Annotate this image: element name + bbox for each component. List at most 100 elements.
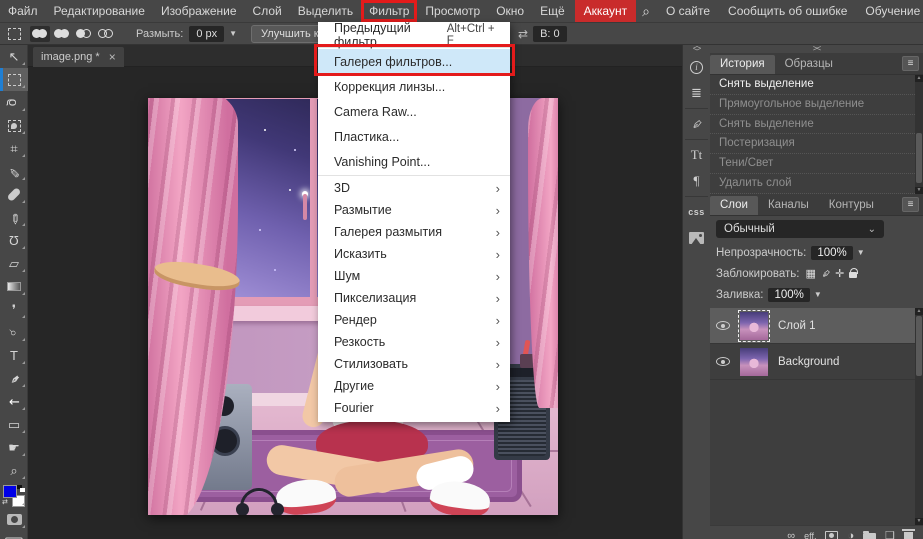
layer-row-layer1[interactable]: Слой 1 [710, 308, 923, 344]
menu-file[interactable]: Файл [0, 0, 46, 22]
layer-thumbnail[interactable] [740, 348, 768, 376]
shape-tool[interactable]: ▭ [0, 413, 28, 436]
history-item[interactable]: Постеризация [710, 134, 923, 154]
menu-edit[interactable]: Редактирование [46, 0, 153, 22]
pen-tool[interactable]: ✒ [0, 367, 28, 390]
history-item[interactable]: Прямоугольное выделение [710, 95, 923, 115]
add-mask-icon[interactable] [825, 531, 838, 539]
character-panel-button[interactable]: Tt [683, 142, 710, 168]
menu-item-blur[interactable]: Размытие › [318, 199, 510, 221]
lock-transparency-icon[interactable]: ▦ [805, 267, 815, 280]
menu-item-distort[interactable]: Исказить › [318, 243, 510, 265]
history-scrollbar[interactable]: ▲ ▼ [915, 75, 923, 194]
tab-swatches[interactable]: Образцы [775, 55, 843, 74]
menu-view[interactable]: Просмотр [417, 0, 488, 22]
history-item[interactable]: Снять выделение [710, 75, 923, 95]
paragraph-panel-button[interactable]: ¶ [683, 168, 710, 194]
color-swatches[interactable]: ⇄ [0, 482, 28, 508]
menu-item-fourier[interactable]: Fourier › [318, 397, 510, 419]
foreground-color-swatch[interactable] [3, 485, 17, 498]
menu-item-sharpen[interactable]: Резкость › [318, 331, 510, 353]
layers-menu-button[interactable]: ≡ [902, 197, 919, 212]
link-learn[interactable]: Обучение [857, 0, 923, 22]
keyboard-shortcuts-button[interactable]: ⌨ [0, 531, 28, 539]
selection-subtract-icon[interactable] [74, 26, 94, 42]
link-report-bug[interactable]: Сообщить об ошибке [720, 0, 855, 22]
menu-select[interactable]: Выделить [290, 0, 361, 22]
selection-new-icon[interactable] [30, 26, 50, 42]
fill-input[interactable]: 100% [768, 288, 809, 302]
link-layers-icon[interactable]: ∞ [787, 530, 795, 539]
lock-position-icon[interactable]: ✛ [835, 267, 844, 280]
tab-paths[interactable]: Контуры [819, 196, 884, 215]
adjustment-layer-icon[interactable]: ◑ [847, 530, 854, 539]
fill-dropdown-icon[interactable]: ▼ [814, 290, 822, 299]
selection-add-icon[interactable] [52, 26, 72, 42]
type-tool[interactable]: T [0, 344, 28, 367]
menu-item-render[interactable]: Рендер › [318, 309, 510, 331]
adjustments-button[interactable]: ≣ [683, 80, 710, 106]
zoom-tool[interactable]: ⌕ [0, 459, 28, 482]
collapse-strip-icon[interactable]: <> [683, 45, 710, 54]
lasso-tool[interactable]: ϱ [0, 91, 28, 114]
opacity-input[interactable]: 100% [811, 246, 852, 260]
quick-mask-button[interactable] [0, 508, 28, 531]
selection-intersect-icon[interactable] [96, 26, 116, 42]
menu-window[interactable]: Окно [488, 0, 532, 22]
menu-image[interactable]: Изображение [153, 0, 245, 22]
eraser-tool[interactable]: ▱ [0, 252, 28, 275]
layer-effects-icon[interactable]: eff, [804, 531, 816, 539]
eyedropper-tool[interactable]: ✎ [0, 160, 28, 183]
dodge-tool[interactable]: ⌕ [0, 321, 28, 344]
tab-history[interactable]: История [710, 55, 775, 74]
visibility-eye-icon[interactable] [716, 321, 730, 330]
blend-mode-select[interactable]: Обычный ⌄ [716, 220, 884, 238]
path-select-tool[interactable]: ↖ [0, 390, 28, 413]
info-button[interactable]: i [683, 54, 710, 80]
menu-filter[interactable]: Фильтр [361, 0, 417, 22]
blur-tool[interactable]: ❜ [0, 298, 28, 321]
search-icon[interactable]: ⌕ [636, 3, 656, 20]
menu-item-3d[interactable]: 3D › [318, 177, 510, 199]
menu-item-other[interactable]: Другие › [318, 375, 510, 397]
tab-channels[interactable]: Каналы [758, 196, 819, 215]
menu-item-lens-correction[interactable]: Коррекция линзы... [318, 74, 510, 99]
menu-item-stylize[interactable]: Стилизовать › [318, 353, 510, 375]
healing-tool[interactable] [0, 183, 28, 206]
new-layer-icon[interactable]: ❏ [885, 529, 895, 539]
menu-more[interactable]: Ещё [532, 0, 573, 22]
quick-select-tool[interactable] [0, 114, 28, 137]
document-tab[interactable]: image.png * × [33, 47, 124, 67]
history-item[interactable]: Снять выделение [710, 115, 923, 135]
layer-row-background[interactable]: Background [710, 344, 923, 380]
feather-input[interactable]: 0 px [189, 26, 224, 42]
move-tool[interactable]: ↖ [0, 45, 28, 68]
menu-item-blur-gallery[interactable]: Галерея размытия › [318, 221, 510, 243]
history-item[interactable]: Удалить слой [710, 174, 923, 194]
crop-tool[interactable]: ⌗ [0, 137, 28, 160]
image-panel-button[interactable] [683, 225, 710, 251]
menu-item-camera-raw[interactable]: Camera Raw... [318, 99, 510, 124]
tab-layers[interactable]: Слои [710, 196, 758, 215]
new-group-icon[interactable] [863, 533, 876, 539]
marquee-tool-selected[interactable] [0, 68, 28, 91]
visibility-eye-icon[interactable] [716, 357, 730, 366]
history-menu-button[interactable]: ≡ [902, 56, 919, 71]
menu-layer[interactable]: Слой [245, 0, 290, 22]
history-item[interactable]: Тени/Свет [710, 154, 923, 174]
menu-item-noise[interactable]: Шум › [318, 265, 510, 287]
menu-item-vanishing-point[interactable]: Vanishing Point... [318, 149, 510, 174]
clone-stamp-tool[interactable]: Ω [0, 229, 28, 252]
menu-item-liquify[interactable]: Пластика... [318, 124, 510, 149]
opacity-dropdown-icon[interactable]: ▼ [857, 248, 865, 257]
layers-scrollbar[interactable]: ▲ ▼ [915, 308, 923, 525]
lock-all-icon[interactable] [849, 272, 857, 278]
brush-tool[interactable]: ✐ [0, 206, 28, 229]
feather-dropdown-icon[interactable]: ▼ [229, 29, 237, 38]
css-panel-button[interactable]: css [683, 199, 710, 225]
link-about[interactable]: О сайте [658, 0, 718, 22]
swap-icon[interactable]: ⇄ [518, 27, 528, 41]
lock-paint-icon[interactable]: ✑ [818, 266, 834, 282]
close-icon[interactable]: × [109, 50, 116, 64]
delete-layer-icon[interactable] [904, 532, 913, 539]
